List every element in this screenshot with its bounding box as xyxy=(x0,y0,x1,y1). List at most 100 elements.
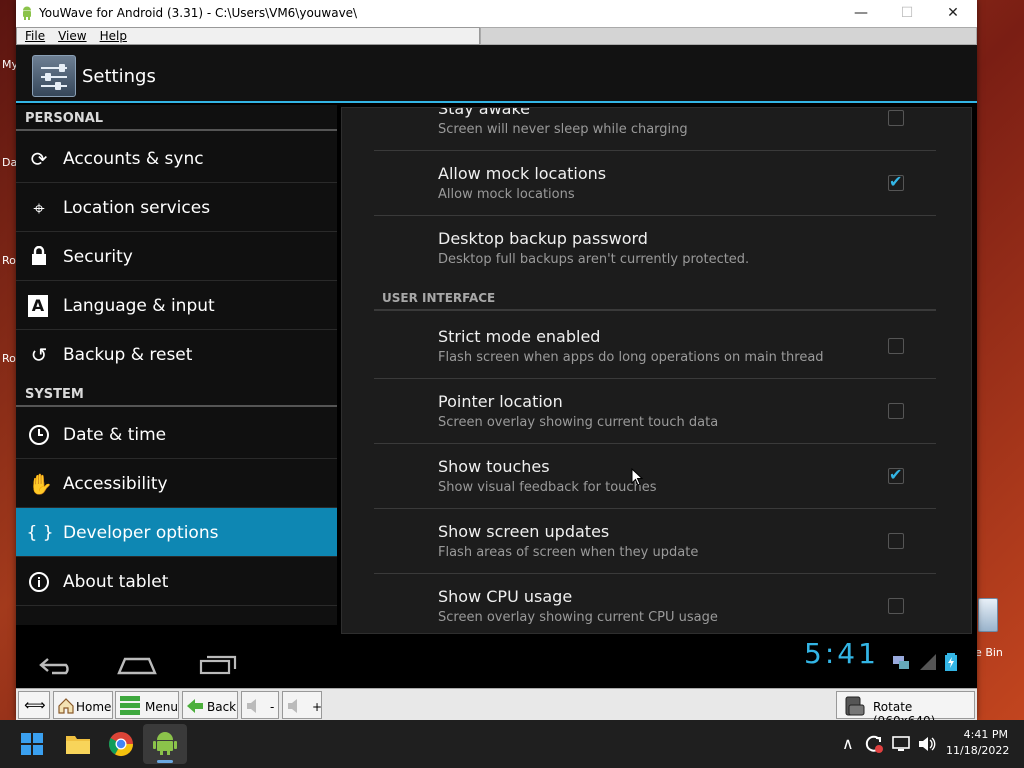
developer-options-list[interactable]: Stay awake Screen will never sleep while… xyxy=(341,107,972,634)
pref-pointer-location[interactable]: Pointer location Screen overlay showing … xyxy=(374,379,936,444)
recycle-bin[interactable]: le Bin xyxy=(972,596,1024,666)
taskbar-date: 11/18/2022 xyxy=(946,744,1010,757)
windows-start-icon[interactable] xyxy=(20,732,44,756)
pref-title: Strict mode enabled xyxy=(438,327,601,346)
settings-headers: PERSONAL ⟳ Accounts & sync ⌖ Location se… xyxy=(16,105,337,625)
volume-icon xyxy=(247,699,256,713)
nav-label: About tablet xyxy=(63,572,169,592)
volume-up-button[interactable]: + xyxy=(282,691,322,719)
android-screen: Settings PERSONAL ⟳ Accounts & sync ⌖ Lo… xyxy=(16,45,977,688)
minimize-button[interactable]: — xyxy=(838,0,884,27)
pref-summary: Allow mock locations xyxy=(438,187,575,202)
pref-allow-mock-locations[interactable]: Allow mock locations Allow mock location… xyxy=(374,151,936,216)
checkbox[interactable] xyxy=(888,465,904,484)
sync-alert-icon[interactable] xyxy=(864,734,884,754)
nav-label: Developer options xyxy=(63,523,219,543)
nav-location-services[interactable]: ⌖ Location services xyxy=(16,183,337,232)
network-icon[interactable] xyxy=(891,734,911,754)
nav-label: Language & input xyxy=(63,296,215,316)
checkbox[interactable] xyxy=(888,338,904,354)
menu-view[interactable]: View xyxy=(50,28,91,43)
pref-stay-awake[interactable]: Stay awake Screen will never sleep while… xyxy=(374,108,936,151)
pref-title: Allow mock locations xyxy=(438,164,607,183)
checkbox[interactable] xyxy=(888,110,904,126)
nav-date-time[interactable]: Date & time xyxy=(16,410,337,459)
menu-icon xyxy=(120,696,140,715)
menu-button[interactable]: Menu xyxy=(115,691,179,719)
action-bar-title: Settings xyxy=(82,66,156,87)
back-button[interactable]: Back xyxy=(182,691,238,719)
action-bar: Settings xyxy=(16,45,977,103)
sync-icon: ⟳ xyxy=(30,147,48,171)
nav-developer-options[interactable]: { } Developer options xyxy=(16,508,337,557)
android-icon xyxy=(23,6,31,20)
nav-label: Security xyxy=(63,247,133,267)
close-button[interactable]: ✕ xyxy=(930,0,976,27)
file-explorer-icon[interactable] xyxy=(64,730,92,758)
home-nav-icon[interactable] xyxy=(117,655,157,675)
taskbar-active-app[interactable] xyxy=(143,724,187,764)
desktop-icon-label[interactable]: Ro xyxy=(2,254,16,267)
menu-help[interactable]: Help xyxy=(92,28,132,43)
taskbar-time: 4:41 PM xyxy=(963,728,1008,741)
resize-icon: ⟺ xyxy=(24,696,46,714)
mouse-cursor-icon xyxy=(631,468,643,486)
volume-icon xyxy=(288,699,297,713)
pref-title: Pointer location xyxy=(438,392,563,411)
checkbox[interactable] xyxy=(888,598,904,614)
recycle-bin-icon xyxy=(978,598,998,632)
settings-icon[interactable] xyxy=(32,55,76,97)
nav-security[interactable]: Security xyxy=(16,232,337,281)
windows-taskbar: ∧ 4:41 PM 11/18/2022 xyxy=(0,720,1024,768)
android-icon xyxy=(153,732,177,755)
pref-desktop-backup-password[interactable]: Desktop backup password Desktop full bac… xyxy=(374,216,936,281)
pref-title: Show screen updates xyxy=(438,522,610,541)
language-icon: A xyxy=(28,295,48,317)
emulator-toolbar: ⟺ Home Menu Back - + Rotate (960x640) xyxy=(16,688,977,728)
checkbox[interactable] xyxy=(888,533,904,549)
android-nav-bar: 5:41 xyxy=(16,635,977,688)
signal-icon xyxy=(920,654,936,670)
pref-show-screen-updates[interactable]: Show screen updates Flash areas of scree… xyxy=(374,509,936,574)
pref-show-cpu-usage[interactable]: Show CPU usage Screen overlay showing cu… xyxy=(374,574,936,633)
pref-summary: Screen overlay showing current touch dat… xyxy=(438,415,719,430)
desktop-icon-label[interactable]: Ro xyxy=(2,352,16,365)
maximize-button[interactable]: ☐ xyxy=(884,0,930,27)
resize-button[interactable]: ⟺ xyxy=(18,691,50,719)
desktop-icon-label[interactable]: Da xyxy=(2,156,17,169)
section-header-personal: PERSONAL xyxy=(16,105,337,131)
menu-file[interactable]: File xyxy=(17,28,50,43)
nav-accounts-sync[interactable]: ⟳ Accounts & sync xyxy=(16,134,337,183)
home-button[interactable]: Home xyxy=(53,691,113,719)
nav-backup-reset[interactable]: ↺ Backup & reset xyxy=(16,330,337,379)
pref-summary: Screen will never sleep while charging xyxy=(438,122,688,137)
pref-summary: Flash areas of screen when they update xyxy=(438,545,699,560)
recent-apps-icon[interactable] xyxy=(199,655,237,675)
nav-language-input[interactable]: A Language & input xyxy=(16,281,337,330)
rotate-button[interactable]: Rotate (960x640) xyxy=(836,691,975,728)
hand-icon: ✋ xyxy=(28,472,53,496)
nav-label: Accessibility xyxy=(63,474,168,494)
volume-icon[interactable] xyxy=(917,734,937,754)
pref-summary: Desktop full backups aren't currently pr… xyxy=(438,252,750,267)
chevron-up-icon[interactable]: ∧ xyxy=(842,734,854,753)
title-bar[interactable]: YouWave for Android (3.31) - C:\Users\VM… xyxy=(16,0,977,27)
taskbar-clock[interactable]: 4:41 PM 11/18/2022 xyxy=(946,728,1010,757)
back-nav-icon[interactable] xyxy=(38,655,76,675)
lock-icon xyxy=(28,245,50,268)
pref-strict-mode[interactable]: Strict mode enabled Flash screen when ap… xyxy=(374,314,936,379)
section-header-system: SYSTEM xyxy=(16,381,337,407)
location-icon: ⌖ xyxy=(33,196,45,220)
volume-down-button[interactable]: - xyxy=(241,691,279,719)
nav-accessibility[interactable]: ✋ Accessibility xyxy=(16,459,337,508)
window-title: YouWave for Android (3.31) - C:\Users\VM… xyxy=(39,6,358,20)
nav-about-tablet[interactable]: About tablet xyxy=(16,557,337,606)
checkbox[interactable] xyxy=(888,172,904,191)
rotate-device-icon xyxy=(845,696,865,716)
pref-summary: Show visual feedback for touches xyxy=(438,480,657,495)
pref-summary: Screen overlay showing current CPU usage xyxy=(438,610,718,625)
pref-show-touches[interactable]: Show touches Show visual feedback for to… xyxy=(374,444,936,509)
battery-icon xyxy=(945,653,957,671)
checkbox[interactable] xyxy=(888,403,904,419)
chrome-icon[interactable] xyxy=(107,730,135,758)
